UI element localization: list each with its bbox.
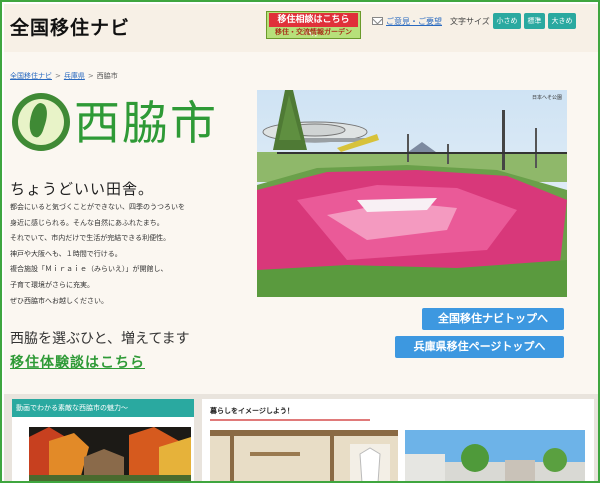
main-content: 全国移住ナビ > 兵庫県 > 西脇市 西脇市 ちょうどいい田舎。 都会にいると気づくこと…: [4, 52, 598, 394]
breadcrumb-home[interactable]: 全国移住ナビ: [10, 72, 52, 80]
navi-top-button[interactable]: 全国移住ナビトップへ: [422, 308, 564, 330]
intro-line: 都会にいると気づくことができない、四季のうつろいを: [10, 203, 185, 211]
city-seal-icon: [12, 93, 70, 151]
font-small-button[interactable]: 小さめ: [493, 13, 521, 29]
video-heading: 動画でわかる素敵な西脇市の魅力〜: [12, 399, 194, 417]
house-photo[interactable]: [405, 430, 585, 481]
intro-line: それでいて、市内だけで生活が完結できる利便性。: [10, 234, 171, 243]
life-heading: 暮らしをイメージしよう！: [210, 407, 294, 415]
lead-text: 西脇を選ぶひと、増えてます: [10, 331, 190, 347]
photo-credit: 日本へそ公園: [531, 95, 562, 101]
room-photo[interactable]: [210, 430, 398, 481]
site-title[interactable]: 全国移住ナビ: [10, 13, 130, 40]
banner-line1: 移住相談はこちらへ！: [269, 13, 358, 39]
intro-line: 子育て環境がさらに充実。: [10, 280, 94, 289]
mail-icon: [372, 17, 383, 25]
lower-sections: 動画でわかる素敵な西脇市の魅力〜 暮らしをイメージしよう！: [4, 394, 598, 481]
page-frame: 全国移住ナビ 移住相談はこちらへ！ 移住・交流情報ガーデン ご意見・ご要望 文字…: [0, 0, 600, 483]
city-name: 西脇市: [74, 96, 218, 150]
life-section: 暮らしをイメージしよう！: [202, 399, 594, 481]
consultation-banner[interactable]: 移住相談はこちらへ！ 移住・交流情報ガーデン: [266, 11, 361, 39]
font-size-label: 文字サイズ: [450, 17, 490, 26]
header: 全国移住ナビ 移住相談はこちらへ！ 移住・交流情報ガーデン ご意見・ご要望 文字…: [4, 4, 598, 52]
intro-text: 都会にいると気づくことができない、四季のうつろいを 身近に感じられる。そんな自然…: [10, 200, 260, 309]
intro-line: 複合施設「Ｍｉｒａｉｅ（みらいえ）」が開館し、: [10, 265, 168, 274]
intro-line: 神戸や大阪へも、１時間で行ける。: [10, 249, 122, 258]
video-thumbnail[interactable]: [29, 427, 191, 481]
font-large-button[interactable]: 大きめ: [548, 13, 576, 29]
breadcrumb-current: 西脇市: [96, 72, 118, 80]
font-standard-button[interactable]: 標準: [524, 13, 545, 29]
tagline: ちょうどいい田舎。: [10, 180, 155, 198]
breadcrumb: 全国移住ナビ > 兵庫県 > 西脇市: [10, 72, 118, 80]
banner-line2: 移住・交流情報ガーデン: [275, 28, 352, 36]
video-section: 動画でわかる素敵な西脇市の魅力〜: [12, 399, 194, 481]
contact-link[interactable]: ご意見・ご要望: [386, 16, 442, 27]
intro-line: ぜひ西脇市へお越しください。: [10, 296, 108, 305]
experience-link[interactable]: 移住体験談はこちら: [10, 352, 145, 372]
intro-line: 身近に感じられる。そんな自然にあふれたまち。: [10, 218, 164, 227]
heading-underline: [210, 419, 370, 421]
prefecture-top-button[interactable]: 兵庫県移住ページトップへ: [395, 336, 564, 358]
park-photo: 日本へそ公園: [257, 90, 567, 297]
breadcrumb-prefecture[interactable]: 兵庫県: [64, 72, 85, 80]
